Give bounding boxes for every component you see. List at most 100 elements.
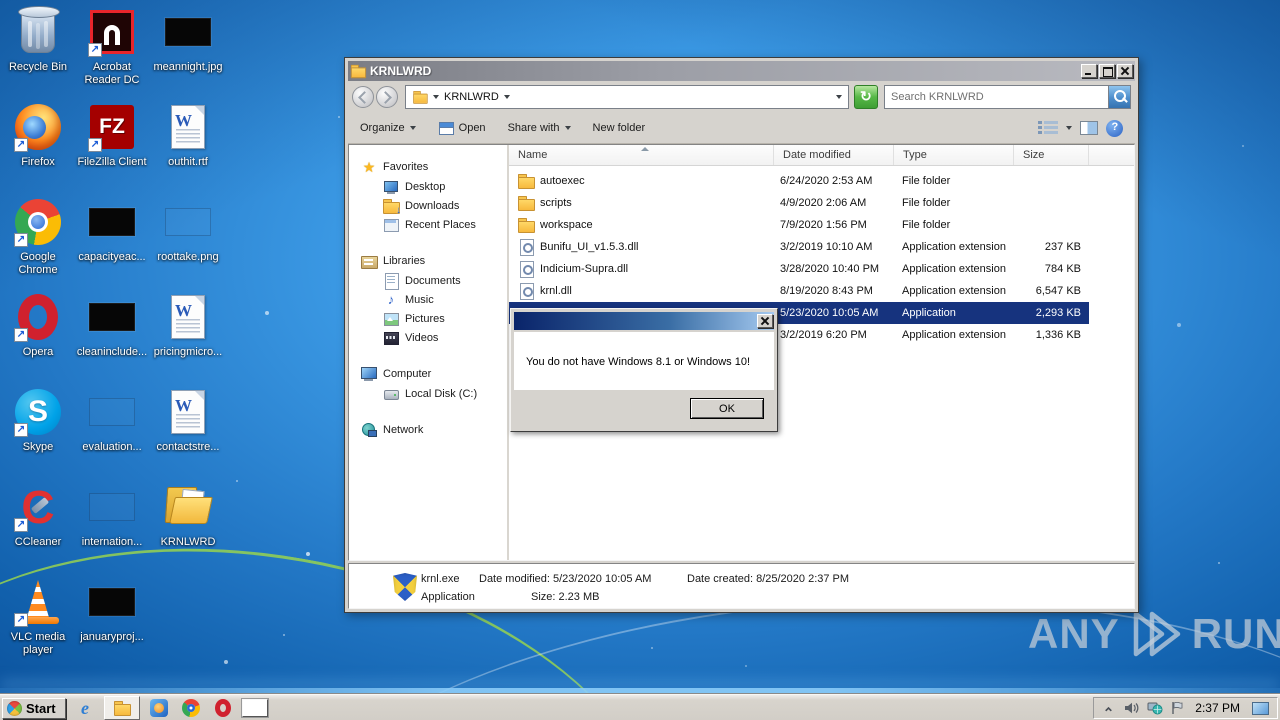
chevron-down-icon[interactable] [433, 95, 439, 99]
show-hidden-icons[interactable] [1102, 702, 1115, 715]
toolbar-organize[interactable]: Organize [360, 122, 416, 134]
desktop-icon-skype[interactable]: S ↗ Skype [0, 386, 76, 454]
desktop-icon-internation[interactable]: internation... [74, 481, 150, 549]
file-type: Application [902, 307, 956, 319]
nav-item-desktop[interactable]: Desktop [349, 177, 507, 196]
recent-icon [383, 217, 399, 233]
desktop-icon-roottake-png[interactable]: roottake.png [150, 196, 226, 264]
clock[interactable]: 2:37 PM [1191, 701, 1244, 715]
desktop-icon-contactstre[interactable]: Wcontactstre... [150, 386, 226, 454]
change-view-button[interactable] [1038, 120, 1058, 136]
libraries-icon [361, 253, 378, 269]
chevron-down-icon[interactable] [503, 95, 510, 99]
volume-icon[interactable] [1123, 701, 1139, 715]
action-center-icon[interactable] [1171, 701, 1183, 715]
folder-icon [518, 195, 535, 211]
toolbar-new-folder[interactable]: New folder [593, 122, 646, 134]
view-dropdown-icon[interactable] [1066, 126, 1072, 130]
toolbar-label: Share with [507, 122, 560, 134]
network-status-icon[interactable] [1147, 701, 1163, 715]
file-row-autoexec[interactable]: autoexec 6/24/2020 2:53 AM File folder [509, 170, 1089, 192]
taskbar-windows-explorer[interactable] [104, 696, 140, 720]
column-header-type[interactable]: Type [894, 145, 1014, 165]
taskbar-media-player[interactable] [146, 696, 172, 720]
music-icon: ♪ [387, 291, 395, 307]
dialog-close-button[interactable] [757, 314, 773, 328]
desktop-icon-cleaninclude[interactable]: cleaninclude... [74, 291, 150, 359]
windows-orb-icon [7, 701, 22, 716]
icon-label: Recycle Bin [8, 61, 68, 73]
desktop-icon-meannight-jpg[interactable]: meannight.jpg [150, 6, 226, 74]
ok-button[interactable]: OK [690, 398, 764, 419]
desktop-icon-recycle-bin[interactable]: Recycle Bin [0, 6, 76, 74]
file-row-workspace[interactable]: workspace 7/9/2020 1:56 PM File folder [509, 214, 1089, 236]
taskbar-internet-explorer[interactable]: e [72, 696, 98, 720]
acrobat-icon: ↗ [74, 6, 150, 58]
desktop-icon-krnlwrd[interactable]: KRNLWRD [150, 481, 226, 549]
dll-icon [518, 239, 534, 256]
address-bar[interactable]: KRNLWRD [405, 85, 849, 109]
desktop-icon-ccleaner[interactable]: C↗ CCleaner [0, 481, 76, 549]
nav-item-documents[interactable]: Documents [349, 271, 507, 290]
black-thumb-icon [74, 291, 150, 343]
minimize-button[interactable] [1081, 64, 1097, 78]
file-type: Application extension [902, 329, 1006, 341]
picture-icon [383, 311, 399, 327]
close-button[interactable] [1117, 64, 1133, 78]
nav-item-local-disk-c[interactable]: Local Disk (C:) [349, 384, 507, 403]
file-row-scripts[interactable]: scripts 4/9/2020 2:06 AM File folder [509, 192, 1089, 214]
taskbar-chrome[interactable] [178, 696, 204, 720]
forward-button[interactable] [376, 86, 398, 108]
file-date-modified: 8/19/2020 8:43 PM [780, 285, 873, 297]
icon-label: pricingmicro... [153, 346, 223, 358]
window-titlebar[interactable]: KRNLWRD [348, 61, 1135, 81]
nav-group-favorites[interactable]: ★ Favorites [349, 157, 507, 177]
nav-item-music[interactable]: ♪ Music [349, 290, 507, 309]
start-button[interactable]: Start [2, 698, 66, 719]
toolbar-label: Organize [360, 122, 405, 134]
nav-item-recent-places[interactable]: Recent Places [349, 215, 507, 234]
nav-item-downloads[interactable]: ↓ Downloads [349, 196, 507, 216]
desktop-icon-januaryproj[interactable]: januaryproj... [74, 576, 150, 644]
toolbar-share-with[interactable]: Share with [508, 122, 571, 134]
maximize-button[interactable] [1099, 64, 1115, 78]
back-button[interactable] [352, 86, 374, 108]
search-icon[interactable] [1108, 86, 1130, 108]
address-history-dropdown-icon[interactable] [836, 95, 842, 99]
file-row-bunifu-ui-v1-5-3-dll[interactable]: Bunifu_UI_v1.5.3.dll 3/2/2019 10:10 AM App… [509, 236, 1089, 258]
nav-item-pictures[interactable]: Pictures [349, 309, 507, 328]
ccleaner-icon: C↗ [0, 481, 76, 533]
preview-pane-button[interactable] [1080, 121, 1098, 135]
desktop-icon-capacityeac[interactable]: capacityeac... [74, 196, 150, 264]
nav-group-network[interactable]: Network [349, 420, 507, 440]
column-header-date-modified[interactable]: Date modified [774, 145, 894, 165]
folder-open-icon [150, 481, 226, 533]
nav-group-computer[interactable]: Computer [349, 364, 507, 384]
nav-group-libraries[interactable]: Libraries [349, 251, 507, 271]
show-desktop-icon[interactable] [1252, 701, 1269, 715]
dialog-titlebar[interactable] [514, 312, 774, 330]
desktop-icon-filezilla-client[interactable]: FZ ↗ FileZilla Client [74, 101, 150, 169]
toolbar-open[interactable]: Open [438, 120, 486, 136]
desktop-icon-acrobat-reader-dc[interactable]: ↗ Acrobat Reader DC [74, 6, 150, 87]
desktop-icon-outhit-rtf[interactable]: Wouthit.rtf [150, 101, 226, 169]
desktop-icon-pricingmicro[interactable]: Wpricingmicro... [150, 291, 226, 359]
word-doc-icon: W [150, 291, 226, 343]
column-header-name[interactable]: Name [509, 145, 774, 165]
column-header-size[interactable]: Size [1014, 145, 1089, 165]
watermark-text-run: RUN [1191, 610, 1280, 657]
desktop-icon-firefox[interactable]: ↗ Firefox [0, 101, 76, 169]
taskbar-opera[interactable] [210, 696, 236, 720]
search-input[interactable] [885, 91, 1108, 103]
file-row-indicium-supra-dll[interactable]: Indicium-Supra.dll 3/28/2020 10:40 PM Appl… [509, 258, 1089, 280]
desktop-icon-google-chrome[interactable]: ↗ Google Chrome [0, 196, 76, 277]
media-player-icon [150, 699, 168, 717]
taskbar-open-window[interactable] [242, 696, 268, 720]
desktop-icon-evaluation[interactable]: evaluation... [74, 386, 150, 454]
help-button[interactable] [1106, 119, 1123, 137]
desktop-icon-vlc-media-player[interactable]: ↗ VLC media player [0, 576, 76, 657]
file-row-krnl-dll[interactable]: krnl.dll 8/19/2020 8:43 PM Application ext… [509, 280, 1089, 302]
desktop-icon-opera[interactable]: ↗ Opera [0, 291, 76, 359]
refresh-icon[interactable] [854, 85, 878, 109]
nav-item-videos[interactable]: Videos [349, 328, 507, 347]
